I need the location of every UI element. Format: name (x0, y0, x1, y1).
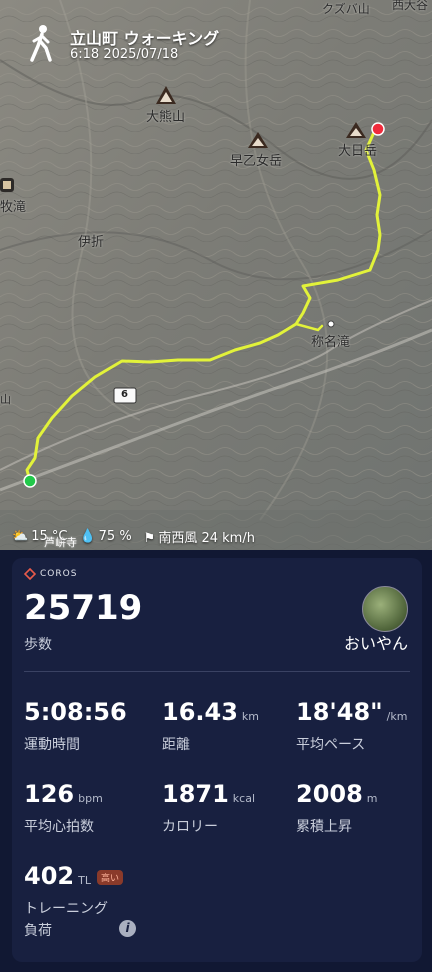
walking-icon (30, 25, 52, 62)
place-label-saotome: 早乙女岳 (230, 154, 283, 169)
place-label-kuzuba: クズバ山 (322, 2, 370, 16)
place-label-dainichi: 大日岳 (338, 144, 378, 159)
place-label-makitaki: 牧滝 (0, 200, 27, 215)
metric-duration: 5:08:56 運動時間 (24, 698, 127, 753)
end-marker[interactable] (371, 122, 385, 136)
steps-value: 25719 (24, 588, 143, 628)
start-marker[interactable] (23, 474, 37, 488)
wind-value: 南西風 24 km/h (158, 531, 255, 546)
road-number: 6 (121, 389, 128, 400)
wind-flag-icon: ⚑ (143, 531, 156, 546)
activity-summary-card: COROS 25719 歩数 おいやん 5:08:56 運動時間 16.43 km… (12, 558, 422, 962)
place-label-shomyo: 称名滝 (311, 335, 351, 350)
metric-pace: 18'48"/km 平均ペース (296, 698, 408, 753)
humidity-value: 75 % (98, 529, 132, 544)
place-label-okuma: 大熊山 (146, 110, 186, 125)
place-label-yama: 山 (0, 393, 11, 406)
divider (24, 671, 410, 672)
facility-icon (0, 178, 14, 192)
metric-distance: 16.43 km 距離 (162, 698, 260, 753)
temperature-value: 15 °C (31, 529, 68, 544)
place-label-iori: 伊折 (78, 235, 105, 250)
terrain-background (0, 0, 432, 550)
waterfall-marker (327, 320, 335, 328)
metric-training-load: 402 TL 高い トレーニング 負荷 (24, 862, 123, 942)
place-label-nishi: 西大谷 (392, 0, 429, 12)
route-map[interactable]: クズバ山 西大谷 大熊山 早乙女岳 大日岳 牧滝 伊折 称名滝 山 芦峅寺 6 … (0, 0, 432, 550)
training-load-badge: 高い (96, 869, 123, 885)
avatar[interactable] (362, 586, 408, 632)
weather-bar: ⛅ 15 °C 💧 75 % ⚑ 南西風 24 km/h (12, 527, 255, 546)
steps-label: 歩数 (24, 637, 52, 653)
metric-calories: 1871 kcal カロリー (162, 780, 256, 835)
coros-logo-icon (24, 568, 36, 580)
metric-elevation-gain: 2008 m 累積上昇 (296, 780, 378, 835)
info-icon[interactable]: i (119, 920, 136, 937)
humidity-icon: 💧 (79, 529, 96, 544)
activity-datetime: 6:18 2025/07/18 (70, 47, 179, 62)
coros-logo: COROS (24, 568, 77, 580)
activity-title: 立山町 ウォーキング (70, 29, 220, 48)
sun-cloud-icon: ⛅ (12, 529, 29, 544)
user-name: おいやん (343, 634, 408, 653)
metric-heart-rate: 126 bpm 平均心拍数 (24, 780, 103, 835)
